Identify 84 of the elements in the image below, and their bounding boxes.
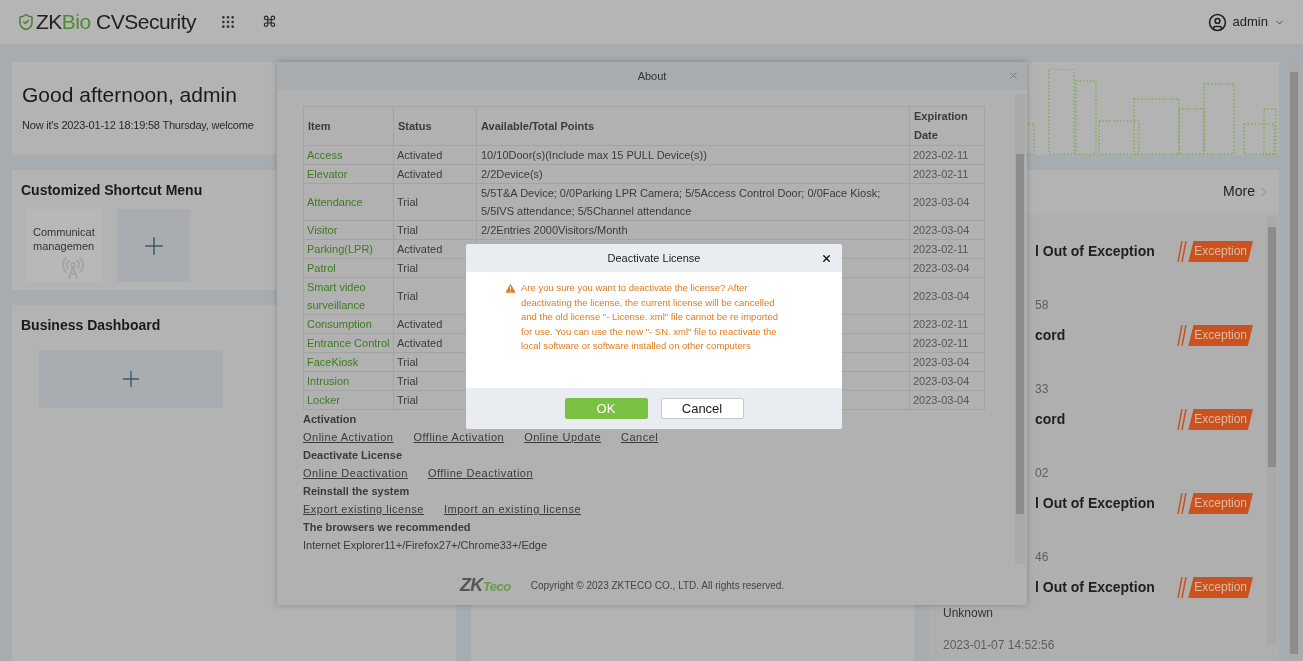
shortcut-label: Communicat managemen [33, 225, 96, 253]
user-name[interactable]: admin [1232, 12, 1268, 32]
event-title: cord [1035, 326, 1066, 345]
section-heading: Deactivate License [303, 448, 403, 463]
scrollbar[interactable] [1267, 217, 1277, 645]
browser-list: Internet Explorer11+/Firefox27+/Chrome33+/Edge [303, 536, 548, 554]
action-link[interactable]: Offline Activation [413, 428, 505, 446]
expiration-cell: 2023-03-04 [909, 277, 985, 315]
status-cell: Trial [393, 220, 477, 240]
event-time: 02 [1035, 465, 1050, 482]
shortcut-title: Customized Shortcut Menu [21, 181, 203, 200]
status-cell: Activated [393, 164, 477, 184]
exception-tag: Exception [1188, 493, 1253, 514]
event-subtitle: Unknown [943, 605, 995, 622]
company-logo: ZKTeco [459, 573, 511, 597]
copyright-text: Copyright © 2023 ZKTECO CO., LTD. All rights reserved. [530, 578, 785, 593]
exception-tag: Exception [1188, 325, 1253, 346]
exception-tag: Exception [1188, 409, 1253, 430]
event-time: 58 [1035, 297, 1050, 314]
dashboard-title: Business Dashboard [21, 316, 161, 335]
action-link[interactable]: Online Activation [303, 428, 394, 446]
command-glyph[interactable]: ⌘ [262, 10, 278, 34]
event-title: l Out of Exception [1035, 494, 1155, 513]
expiration-cell: 2023-02-11 [909, 239, 985, 259]
event-title: l Out of Exception [1035, 578, 1155, 597]
expiration-cell: 2023-03-04 [909, 220, 985, 240]
stripes-icon [1176, 577, 1189, 598]
expiration-cell: 2023-03-04 [909, 371, 985, 391]
stripes-icon [1176, 493, 1189, 514]
scrollbar[interactable] [1015, 94, 1025, 564]
section-heading: The browsers we recommended [303, 520, 471, 535]
section-heading: Activation [303, 412, 357, 427]
greeting-title: Good afternoon, admin [22, 82, 238, 108]
dialog-title: Deactivate License [607, 250, 701, 266]
greeting-subtitle: Now it's 2023-01-12 18:19:58 Thursday, welcome [22, 118, 254, 133]
event-time: 46 [1035, 549, 1050, 566]
user-avatar-icon[interactable] [1207, 12, 1227, 32]
stripes-icon [1176, 325, 1189, 346]
action-link[interactable]: Import an existing license [443, 500, 582, 518]
expiration-cell: 2023-02-11 [909, 314, 985, 334]
stripes-icon [1176, 241, 1189, 262]
points-cell: 2/2Entries 2000Visitors/Month [476, 220, 910, 240]
section-heading: Reinstall the system [303, 484, 410, 499]
close-icon[interactable] [821, 253, 832, 264]
points-cell: 5/5T&A Device; 0/0Parking LPR Camera; 5/5Access Control Door; 0/0Face Kiosk; 5/5IVS attendance; 5/5Channel attendance [476, 183, 910, 221]
expiration-cell: 2023-03-04 [909, 183, 985, 221]
expiration-cell: 2023-03-04 [909, 390, 985, 410]
scrollbar[interactable] [1289, 62, 1299, 661]
column-header: Available/Total Points [476, 106, 910, 146]
points-cell: 10/10Door(s)(Include max 15 PULL Device(s)) [476, 145, 910, 165]
dialog-title: About [637, 68, 667, 84]
event-title: cord [1035, 410, 1066, 429]
event-title: l Out of Exception [1035, 242, 1155, 261]
cancel-button[interactable]: Cancel [660, 398, 744, 419]
column-header: Item [303, 106, 394, 146]
status-cell: Activated [393, 145, 477, 165]
shortcut-tile[interactable]: Communicat managemen [27, 209, 101, 282]
event-time: 33 [1035, 381, 1050, 398]
action-link[interactable]: Export existing license [303, 500, 424, 518]
exception-tag: Exception [1188, 577, 1253, 598]
expiration-cell: 2023-03-04 [909, 258, 985, 278]
brand-logo: ZKBio CVSecurity [36, 10, 197, 34]
points-cell: 2/2Device(s) [476, 164, 910, 184]
exception-tag: Exception [1188, 241, 1253, 262]
more-link[interactable]: More [1223, 181, 1255, 202]
expiration-cell: 2023-02-11 [909, 164, 985, 184]
column-header: Status [393, 106, 477, 146]
action-link[interactable]: Online Deactivation [303, 464, 408, 482]
expiration-cell: 2023-02-11 [909, 333, 985, 353]
add-shortcut-button[interactable] [117, 209, 190, 282]
action-link[interactable]: Offline Deactivation [427, 464, 534, 482]
column-header: Expiration Date [909, 106, 985, 146]
expiration-cell: 2023-03-04 [909, 352, 985, 372]
event-time: 2023-01-07 14:52:56 [943, 637, 1056, 654]
add-dashboard-button[interactable] [39, 350, 223, 408]
warning-icon [504, 282, 517, 295]
stripes-icon [1176, 409, 1189, 430]
confirm-message: Are you sure you want to deactivate the license? After deactivating the license, the current license will be cancelled and the old license "- License. xml" file cannot be re imported for use. You can use the new "- SN. xml" file to reactivate the local software or software installed on other computers [521, 281, 780, 353]
app-grid-icon[interactable] [220, 14, 237, 30]
action-link[interactable]: Cancel [621, 428, 659, 446]
shield-logo-icon [17, 12, 35, 32]
expiration-cell: 2023-02-11 [909, 145, 985, 165]
action-link[interactable]: Online Update [524, 428, 601, 446]
status-cell: Trial [393, 183, 477, 221]
